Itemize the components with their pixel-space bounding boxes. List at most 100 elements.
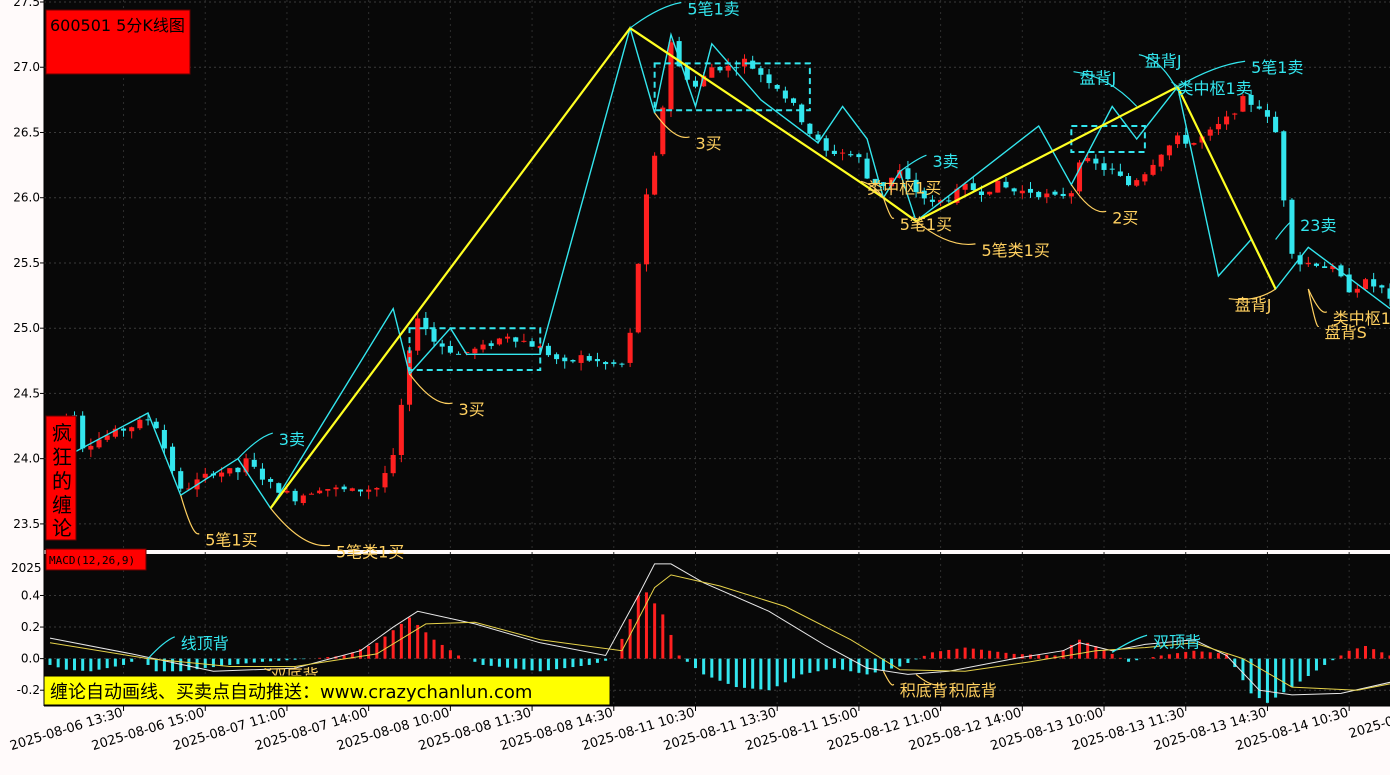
- signal-label: 5笔1卖: [687, 0, 739, 19]
- promo-banner: 缠论自动画线、买卖点自动推送：www.crazychanlun.com: [43, 675, 611, 706]
- candle-body: [978, 191, 984, 196]
- candle-body: [1011, 188, 1017, 192]
- candle-body: [366, 489, 372, 492]
- candle-body: [807, 123, 813, 134]
- candle-body: [300, 495, 306, 504]
- candle-body: [995, 180, 1001, 193]
- candle-body: [782, 90, 788, 99]
- candle-body: [292, 490, 298, 502]
- macd-tick-label: 0.2: [21, 620, 40, 634]
- chart-root: 27.5 27.0 26.5 26.0 25.5 25.0 24.5 24.0 23.5 0.4…: [0, 0, 1390, 775]
- candle-body: [153, 421, 159, 429]
- candle-body: [317, 490, 323, 494]
- signal-label: 23卖: [1300, 216, 1336, 235]
- candle-body: [333, 487, 339, 490]
- candle-body: [823, 138, 829, 151]
- candle-body: [929, 199, 935, 202]
- candle-body: [791, 98, 797, 103]
- candle-body: [856, 154, 862, 158]
- candle-body: [774, 84, 780, 89]
- candle-body: [1093, 158, 1099, 164]
- candle-body: [586, 356, 592, 361]
- side-char-5: 论: [52, 516, 72, 540]
- candle-body: [692, 80, 699, 87]
- price-tick-label: 26.0: [13, 191, 40, 205]
- candle-body: [161, 429, 167, 449]
- candle-body: [431, 329, 437, 342]
- candle-body: [668, 42, 674, 110]
- signal-label: 类中枢1买: [867, 178, 941, 197]
- candle-body: [227, 468, 233, 474]
- candle-body: [1207, 129, 1213, 136]
- signal-label: 3买: [459, 400, 485, 419]
- candle-body: [341, 486, 347, 490]
- candle-body: [1134, 180, 1140, 186]
- candle-body: [619, 363, 625, 365]
- candle-body: [398, 404, 404, 456]
- candle-body: [987, 191, 993, 195]
- candle-body: [137, 419, 143, 429]
- candle-body: [758, 68, 764, 75]
- signal-label: 3卖: [279, 430, 305, 449]
- candle-body: [284, 490, 290, 493]
- candle-body: [1126, 176, 1132, 186]
- signal-label: 积底背: [949, 681, 997, 700]
- price-tick-label: 25.0: [13, 321, 40, 335]
- candle-body: [1027, 188, 1034, 193]
- candle-body: [235, 467, 241, 473]
- macd-tick-label: 0.4: [21, 588, 40, 602]
- price-tick-label: 24.0: [13, 452, 40, 466]
- price-tick-label: 23.5: [13, 517, 40, 531]
- candle-body: [1191, 143, 1197, 145]
- candle-body: [374, 487, 380, 490]
- candle-body: [709, 67, 715, 78]
- macd-tick-label: -0.2: [17, 683, 40, 697]
- signal-label: 类中枢1卖: [1178, 79, 1252, 98]
- candle-body: [349, 488, 355, 491]
- candle-body: [1289, 199, 1295, 254]
- signal-label: 5笔类1买: [336, 542, 404, 561]
- title-text: 600501 5分K线图: [50, 16, 185, 35]
- signal-label: 盘背J: [1080, 69, 1117, 88]
- candle-body: [1362, 279, 1369, 290]
- side-char-2: 狂: [52, 445, 72, 469]
- candle-body: [80, 415, 86, 449]
- candle-body: [251, 459, 257, 467]
- candle-body: [1060, 193, 1066, 197]
- candle-body: [145, 419, 151, 421]
- candle-body: [848, 154, 854, 156]
- candle-body: [725, 65, 731, 71]
- side-char-3: 的: [52, 469, 72, 493]
- candle-body: [488, 343, 494, 346]
- candle-body: [1232, 113, 1238, 115]
- candle-body: [1371, 279, 1377, 287]
- signal-label: 盘背S: [1325, 323, 1367, 342]
- candle-body: [554, 354, 560, 360]
- price-tick-label: 27.5: [13, 0, 40, 9]
- candle-body: [1240, 96, 1246, 112]
- chanlun-chart: 27.5 27.0 26.5 26.0 25.5 25.0 24.5 24.0 23.5 0.4…: [0, 0, 1390, 775]
- macd-top-label: 2025: [11, 561, 42, 575]
- candle-body: [513, 337, 519, 342]
- signal-label: 双顶背: [1153, 632, 1201, 651]
- candle-body: [1322, 266, 1328, 269]
- candle-body: [390, 455, 396, 474]
- candle-body: [970, 183, 976, 191]
- candle-body: [570, 360, 576, 362]
- candle-body: [178, 471, 184, 489]
- candle-body: [308, 493, 314, 495]
- signal-label: 2买: [1112, 208, 1138, 227]
- macd-label-box: MACD(12,26,9): [45, 548, 147, 571]
- candle-body: [1036, 191, 1042, 198]
- candle-body: [1281, 131, 1287, 201]
- candle-body: [1101, 163, 1107, 170]
- candle-body: [1052, 191, 1058, 195]
- candle-body: [635, 263, 641, 333]
- candle-body: [611, 362, 617, 364]
- candle-body: [447, 345, 453, 353]
- plot-area: [44, 0, 1390, 706]
- candle-body: [268, 479, 274, 482]
- candle-body: [627, 332, 633, 363]
- candle-body: [1379, 285, 1385, 288]
- side-box: 疯 狂 的 缠 论: [45, 415, 77, 541]
